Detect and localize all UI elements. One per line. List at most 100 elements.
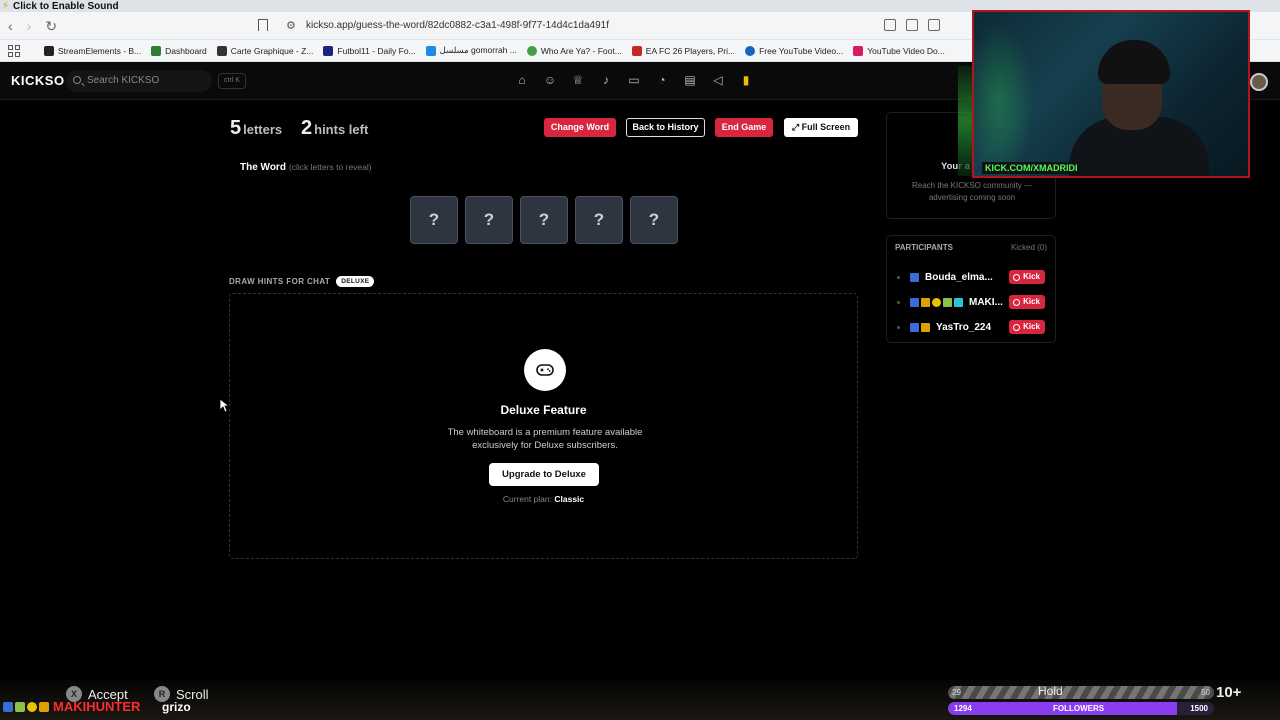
bookmark-item[interactable]: EA FC 26 Players, Pri...	[631, 45, 735, 56]
word-label: The Word (click letters to reveal)	[240, 162, 372, 173]
lightning-icon: ⚡	[2, 1, 10, 12]
current-plan: Current plan: Classic	[502, 494, 585, 504]
url-field[interactable]: ⚙ kickso.app/guess-the-word/82dc0882-c3a…	[278, 16, 958, 36]
forward-icon[interactable]: ›	[27, 18, 32, 35]
bookmark-favicon	[745, 45, 756, 56]
cast-icon[interactable]	[906, 19, 918, 31]
chat-user-tag: MAKIHUNTER	[3, 699, 140, 714]
bookmark-item[interactable]: مسلسل gomorrah ...	[425, 45, 517, 56]
hold-track: 29 50	[948, 686, 1214, 699]
status-dot	[897, 275, 900, 279]
coin-icon	[932, 297, 941, 307]
bookmark-favicon	[425, 45, 436, 56]
participant-row: YasTro_224 Kick	[895, 317, 1051, 337]
bookmark-favicon	[44, 45, 54, 56]
plus-icon	[15, 701, 25, 712]
letters-stat: 5 letters	[230, 117, 283, 139]
bookmark-item[interactable]: Carte Graphique - Z...	[216, 45, 313, 56]
search-icon	[73, 76, 81, 84]
badge-icon	[910, 272, 919, 282]
hints-stat: 2 hints left	[301, 117, 369, 139]
hold-label: Hold	[1038, 684, 1063, 698]
bookmark-favicon	[323, 45, 334, 56]
ban-icon	[1013, 323, 1021, 331]
bookmark-favicon	[853, 45, 864, 56]
reload-icon[interactable]: ↻	[45, 18, 57, 35]
bookmark-item[interactable]: Free YouTube Video...	[745, 45, 843, 56]
sparkle-icon	[943, 297, 952, 307]
draw-hints-label: DRAW HINTS FOR CHAT DELUXE	[229, 276, 375, 287]
end-game-button[interactable]: End Game	[715, 118, 773, 137]
followers-progress: 1294 FOLLOWERS 1500	[948, 702, 1214, 715]
bookmark-item[interactable]: Futbol11 - Daily Fo...	[323, 45, 416, 56]
gem-icon	[954, 297, 963, 307]
badge-icon	[910, 322, 919, 332]
full-screen-button[interactable]: ⤢ Full Screen	[784, 118, 858, 137]
participant-row: Bouda_elma... Kick	[895, 267, 1051, 287]
crown-icon	[921, 322, 930, 332]
ban-icon	[1013, 273, 1021, 281]
profile-avatar[interactable]	[1250, 73, 1268, 91]
back-icon[interactable]: ‹	[8, 18, 13, 35]
bookmark-item[interactable]: Who Are Ya? - Foot...	[526, 45, 622, 56]
trophy-icon[interactable]: ♕	[571, 73, 585, 87]
kick-button[interactable]: Kick	[1009, 320, 1045, 334]
participants-panel: PARTICIPANTS Kicked (0) Bouda_elma... Ki…	[886, 235, 1056, 343]
traffic-light-icon[interactable]: ▮	[739, 73, 753, 87]
home-icon[interactable]: ⌂	[515, 73, 529, 87]
bookmark-item[interactable]: YouTube Video Do...	[853, 45, 945, 56]
upgrade-button[interactable]: Upgrade to Deluxe	[489, 463, 599, 486]
translate-icon[interactable]	[884, 19, 896, 31]
deluxe-feature-title: Deluxe Feature	[500, 403, 587, 417]
expand-icon: ⤢	[791, 122, 800, 132]
webcam-overlay	[972, 10, 1250, 178]
bookmark-favicon	[526, 45, 537, 56]
channel-tag: KICK.COM/XMADRIDI	[982, 162, 1081, 174]
users-icon[interactable]: ☺	[543, 73, 557, 87]
badge-icon	[910, 297, 919, 307]
overlay-side-glow	[958, 66, 972, 176]
status-dot	[897, 325, 900, 329]
letter-tile[interactable]: ?	[410, 196, 458, 244]
letter-tile[interactable]: ?	[575, 196, 623, 244]
enable-sound-banner[interactable]: ⚡ Click to Enable Sound	[2, 1, 119, 12]
news-icon[interactable]: ▤	[683, 73, 697, 87]
bookmark-favicon	[631, 45, 642, 56]
gamepad-icon	[524, 349, 566, 391]
key-icon[interactable]	[928, 19, 940, 31]
megaphone-icon[interactable]: ◁	[711, 73, 725, 87]
crown-icon	[39, 701, 49, 712]
follower-goal-widget: 29 50 Hold 1294 FOLLOWERS 1500	[948, 684, 1214, 716]
plus-counter: 10+	[1216, 684, 1242, 701]
chat-user-sub: grizo	[162, 700, 191, 714]
badge-icon	[3, 701, 13, 712]
site-logo[interactable]: KICKSO	[11, 73, 65, 88]
kick-button[interactable]: Kick	[1009, 295, 1045, 309]
search-shortcut: ctrl K	[218, 73, 246, 89]
kicked-count: Kicked (0)	[1010, 243, 1047, 252]
back-to-history-button[interactable]: Back to History	[626, 118, 705, 137]
search-input[interactable]: Search KICKSO	[66, 70, 212, 92]
coin-icon	[27, 701, 37, 712]
apps-grid-icon[interactable]	[8, 44, 20, 57]
letter-tile[interactable]: ?	[520, 196, 568, 244]
bookmark-favicon	[151, 45, 162, 56]
whiteboard-area: Deluxe Feature The whiteboard is a premi…	[229, 293, 858, 559]
bookmark-item[interactable]: Dashboard	[151, 45, 207, 56]
status-dot	[897, 300, 900, 304]
participant-row: MAKI... Kick	[895, 292, 1051, 312]
kick-button[interactable]: Kick	[1009, 270, 1045, 284]
site-settings-icon[interactable]: ⚙	[286, 16, 296, 36]
change-word-button[interactable]: Change Word	[544, 118, 616, 137]
word-tiles: ? ? ? ? ?	[410, 196, 678, 244]
bookmark-favicon	[216, 45, 227, 56]
monitor-icon[interactable]: ▭	[627, 73, 641, 87]
chart-icon[interactable]: ◔	[655, 73, 669, 87]
bookmark-icon[interactable]	[258, 19, 268, 31]
deluxe-badge: DELUXE	[336, 276, 375, 287]
mic-icon[interactable]: ♪	[599, 73, 613, 87]
letter-tile[interactable]: ?	[465, 196, 513, 244]
letter-tile[interactable]: ?	[630, 196, 678, 244]
bookmark-item[interactable]: StreamElements - B...	[44, 45, 141, 56]
top-nav: ⌂ ☺ ♕ ♪ ▭ ◔ ▤ ◁ ▮	[515, 73, 753, 87]
